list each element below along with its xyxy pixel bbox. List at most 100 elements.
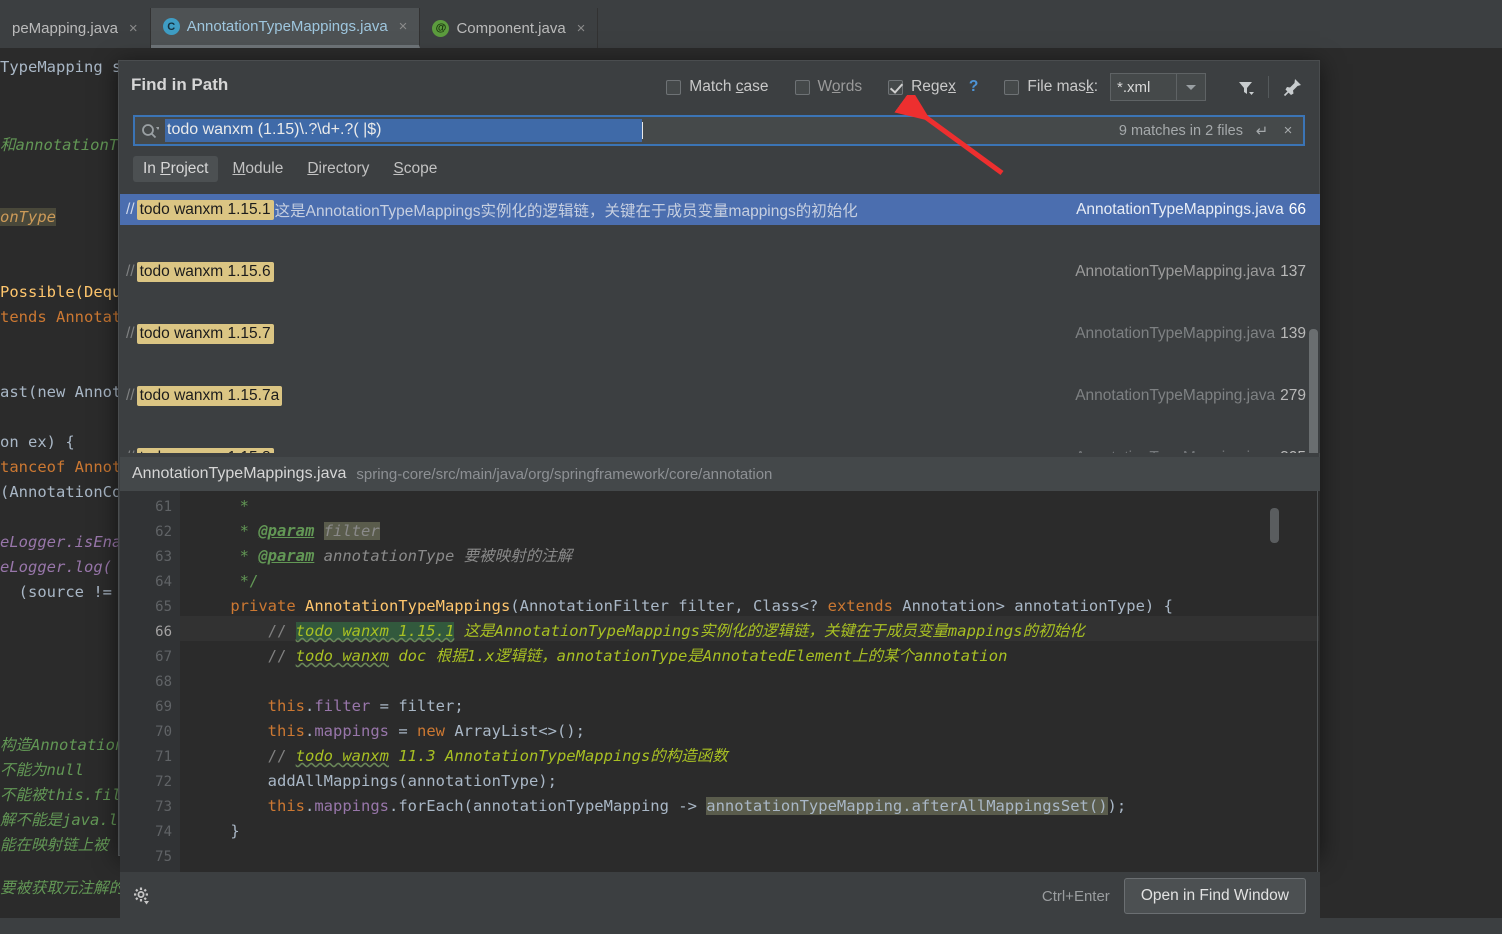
line-number: 71 [155, 749, 172, 765]
file-mask-checkbox[interactable] [1004, 79, 1020, 95]
gear-icon[interactable] [132, 886, 152, 906]
preview-vertical-divider [1317, 491, 1318, 872]
code-line-66: // todo wanxm 1.15.1 这是AnnotationTypeMap… [193, 622, 1085, 640]
search-options: Match case Words Regex ? File mask: *.xm… [666, 72, 1305, 102]
preview-header: AnnotationTypeMappings.java spring-core/… [120, 457, 1320, 491]
bg-code-line: ast(new Annot [0, 383, 122, 401]
filter-icon[interactable] [1232, 74, 1258, 100]
option-words[interactable]: Words [794, 78, 863, 96]
result-file-info: AnnotationTypeMapping.java 279 [1075, 386, 1306, 404]
line-number: 63 [155, 549, 172, 565]
close-icon[interactable]: × [399, 18, 408, 35]
regex-help-link[interactable]: ? [969, 78, 978, 96]
status-bar [0, 918, 1502, 934]
preview-scrollbar-thumb[interactable] [1270, 508, 1279, 543]
table-row[interactable]: // todo wanxm 1.15.7 AnnotationTypeMappi… [120, 318, 1320, 349]
bg-code-line: 不能为null [0, 761, 84, 779]
annotation-icon: @ [432, 19, 450, 37]
bg-code-line: (AnnotationCo [0, 483, 122, 501]
bg-code-line: tends Annotat [0, 308, 122, 326]
chevron-down-icon[interactable] [1176, 73, 1206, 101]
line-number: 73 [155, 799, 172, 815]
bg-code-line: 和annotationT [0, 136, 119, 154]
bg-code-line: Possible(Dequ [0, 283, 122, 301]
comment-prefix: // [126, 200, 135, 218]
regex-checkbox[interactable] [888, 79, 904, 95]
comment-prefix: // [126, 324, 135, 342]
bg-code-line: TypeMapping s [0, 58, 122, 76]
scope-tab-directory[interactable]: Directory [297, 156, 379, 182]
search-icon[interactable] [135, 123, 165, 139]
result-rest-text: 这是AnnotationTypeMappings实例化的逻辑链，关键在于成员变量… [274, 202, 858, 220]
editor-tab-label: Component.java [456, 19, 566, 37]
preview-file-path: spring-core/src/main/java/org/springfram… [356, 465, 773, 483]
file-mask-label: File mask: [1027, 78, 1098, 95]
result-match-text: todo wanxm 1.15.1 [136, 199, 274, 220]
bg-code-line: (source != [0, 583, 112, 601]
table-row[interactable]: // todo wanxm 1.15.6 AnnotationTypeMappi… [120, 256, 1320, 287]
open-in-find-window-button[interactable]: Open in Find Window [1123, 878, 1306, 914]
toolbar-divider [1268, 76, 1269, 98]
option-file-mask[interactable]: File mask: *.xml [1004, 73, 1206, 101]
scope-tab-module[interactable]: Module [222, 156, 293, 182]
shortcut-hint: Ctrl+Enter [1041, 887, 1110, 905]
search-input-row[interactable]: todo wanxm (1.15)\.?\d+.?( |$) 9 matches… [133, 115, 1305, 146]
preview-code-pane[interactable]: 61 62 63 64 65 66 67 68 69 70 71 72 73 7… [120, 491, 1320, 872]
search-results-list[interactable]: // todo wanxm 1.15.1 这是AnnotationTypeMap… [120, 194, 1320, 453]
match-count-label: 9 matches in 2 files [1118, 122, 1243, 139]
line-number: 74 [155, 824, 172, 840]
code-line-62: * @param filter [193, 522, 380, 540]
result-file-info: AnnotationTypeMapping.java305 [1075, 449, 1306, 454]
option-regex[interactable]: Regex ? [888, 78, 978, 96]
bg-code-line: eLogger.isEna [0, 533, 122, 551]
table-row[interactable]: // todo wanxm 1.15.7a AnnotationTypeMapp… [120, 380, 1320, 411]
result-file-info: AnnotationTypeMapping.java 139 [1075, 324, 1306, 342]
table-row[interactable]: // todo wanxm 1.15.8 AnnotationTypeMappi… [120, 442, 1320, 453]
editor-tab-1[interactable]: C AnnotationTypeMappings.java × [150, 8, 421, 48]
comment-prefix: // [126, 449, 135, 454]
scope-tab-scope[interactable]: Scope [383, 156, 447, 182]
file-mask-combo[interactable]: *.xml [1110, 73, 1206, 101]
clear-search-icon[interactable]: × [1277, 120, 1299, 142]
words-checkbox[interactable] [794, 79, 810, 95]
code-line-74: } [193, 822, 240, 840]
close-icon[interactable]: × [129, 20, 138, 37]
line-number: 62 [155, 524, 172, 540]
regex-label: Regex [911, 78, 956, 95]
text-caret [642, 122, 644, 139]
file-mask-value[interactable]: *.xml [1110, 73, 1176, 101]
code-line-64: */ [193, 572, 259, 590]
option-match-case[interactable]: Match case [666, 78, 769, 96]
editor-tab-0[interactable]: peMapping.java × [0, 8, 151, 48]
code-line-71: // todo wanxm 11.3 AnnotationTypeMapping… [193, 747, 728, 765]
bg-code-line: eLogger.log( [0, 558, 112, 576]
close-icon[interactable]: × [577, 20, 586, 37]
bg-code-line: tanceof Annot [0, 458, 122, 476]
scope-tab-in-project[interactable]: In Project [133, 156, 219, 182]
words-label: Words [817, 78, 863, 95]
code-line-63: * @param annotationType 要被映射的注解 [193, 547, 573, 565]
bg-code-line: 能在映射链上被 [0, 836, 109, 854]
line-number: 65 [155, 599, 172, 615]
code-line-67: // todo wanxm doc 根据1.x逻辑链，annotationTyp… [193, 647, 1008, 665]
result-file-info: AnnotationTypeMappings.java 66 [1076, 200, 1306, 218]
results-scrollbar[interactable] [1309, 329, 1318, 453]
match-case-checkbox[interactable] [666, 79, 682, 95]
editor-tab-strip: peMapping.java × C AnnotationTypeMapping… [0, 8, 1502, 48]
dialog-header: Find in Path Match case Words Regex ? Fi… [119, 61, 1319, 111]
editor-tab-2[interactable]: @ Component.java × [420, 8, 599, 48]
bg-code-line: onType [0, 208, 56, 226]
table-row[interactable]: // todo wanxm 1.15.1 这是AnnotationTypeMap… [120, 194, 1320, 225]
code-line-61: * [193, 497, 249, 515]
search-input[interactable]: todo wanxm (1.15)\.?\d+.?( |$) [165, 119, 643, 142]
result-match-text: todo wanxm 1.15.6 [136, 261, 274, 282]
line-number-current: 66 [155, 624, 172, 640]
preview-gutter: 61 62 63 64 65 66 67 68 69 70 71 72 73 7… [120, 491, 180, 872]
line-number: 64 [155, 574, 172, 590]
line-number: 75 [155, 849, 172, 865]
preview-code-lines: * * @param filter * @param annotationTyp… [180, 491, 1320, 872]
code-line-70: this.mappings = new ArrayList<>(); [193, 722, 585, 740]
bg-code-line: on ex) { [0, 433, 75, 451]
pin-icon[interactable] [1279, 74, 1305, 100]
newline-icon[interactable]: ↵ [1251, 120, 1273, 142]
